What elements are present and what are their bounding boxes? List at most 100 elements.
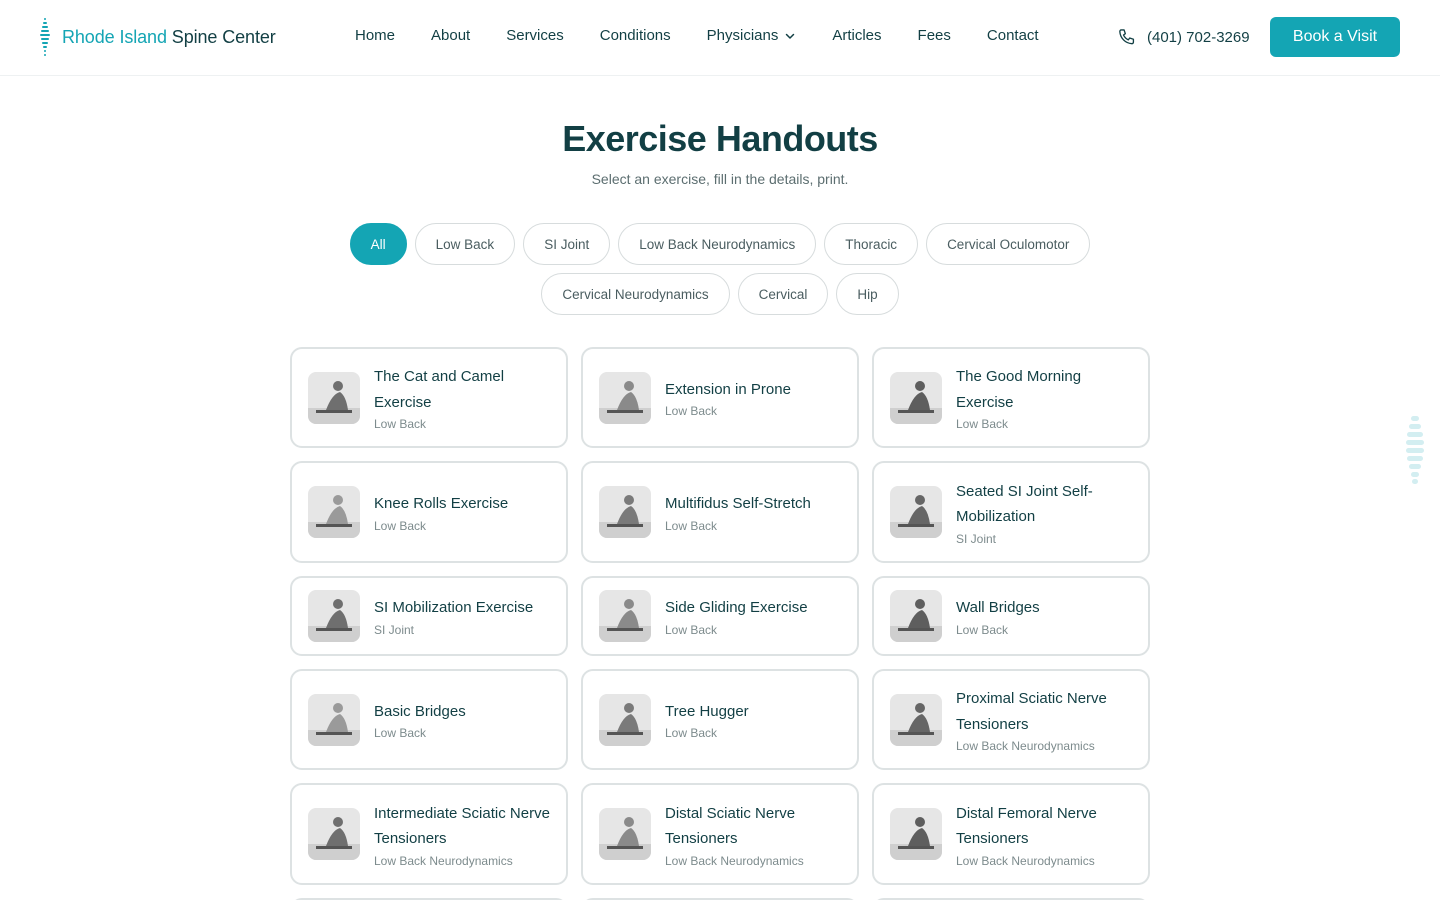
exercise-card[interactable]: Extension in Prone Low Back	[581, 347, 859, 448]
nav-item-about[interactable]: About	[431, 27, 470, 44]
nav-item-physicians-label: Physicians	[706, 27, 779, 44]
exercise-title: Multifidus Self-Stretch	[665, 495, 811, 513]
exercise-photo-icon	[599, 693, 651, 746]
exercise-thumbnail	[890, 486, 942, 538]
exercise-title: Distal Sciatic Nerve Tensioners	[665, 804, 796, 848]
exercise-category: Low Back	[956, 417, 1009, 431]
exercise-title: SI Mobilization Exercise	[374, 599, 534, 617]
nav-item-fees[interactable]: Fees	[918, 27, 951, 44]
exercise-card[interactable]: Wall Bridges Low Back	[872, 576, 1150, 656]
filter-cervical-oculomotor[interactable]: Cervical Oculomotor	[926, 223, 1091, 265]
exercise-card-text: Distal Femoral Nerve Tensioners Low Back …	[956, 801, 1132, 868]
exercise-title: The Cat and Camel Exercise	[374, 368, 505, 411]
exercise-category: Low Back Neurodynamics	[374, 853, 513, 868]
exercise-card[interactable]: Distal Sciatic Nerve Tensioners Low Back …	[581, 783, 859, 885]
exercise-card[interactable]: Multifidus Self-Stretch Low Back	[581, 461, 859, 563]
site-logo[interactable]: Rhode Island Spine Center	[38, 18, 276, 56]
exercise-card[interactable]: Tree Hugger Low Back	[581, 669, 859, 770]
page-title: Exercise Handouts	[562, 118, 878, 159]
exercise-card[interactable]: Basic Bridges Low Back	[290, 669, 568, 770]
exercise-photo-icon	[308, 693, 360, 746]
filter-low-back[interactable]: Low Back	[414, 223, 516, 265]
book-visit-button[interactable]: Book a Visit	[1270, 17, 1400, 57]
exercise-card-text: Tree Hugger Low Back	[665, 699, 749, 741]
exercise-card-text: Knee Rolls Exercise Low Back	[374, 491, 508, 533]
filter-low-back-neurodynamics[interactable]: Low Back Neurodynamics	[618, 223, 817, 265]
filter-cervical[interactable]: Cervical	[737, 273, 829, 315]
exercise-title: Distal Femoral Nerve Tensioners	[956, 804, 1097, 848]
phone-link[interactable]: (401) 702-3269	[1117, 27, 1250, 47]
exercise-thumbnail	[308, 808, 360, 860]
exercise-thumbnail	[308, 590, 360, 642]
exercise-card-text: Side Gliding Exercise Low Back	[665, 595, 808, 637]
exercise-card[interactable]: SI Mobilization Exercise SI Joint	[290, 576, 568, 656]
exercise-card[interactable]: Seated SI Joint Self-Mobilization SI Join…	[872, 461, 1150, 563]
exercise-thumbnail	[599, 590, 651, 642]
exercise-title: Extension in Prone	[665, 380, 791, 398]
exercise-photo-icon	[890, 590, 942, 642]
nav-item-services[interactable]: Services	[506, 27, 564, 44]
nav-item-articles[interactable]: Articles	[832, 27, 881, 44]
exercise-card[interactable]: Side Gliding Exercise Low Back	[581, 576, 859, 656]
exercise-category: Low Back	[956, 622, 1009, 637]
exercise-category: Low Back	[374, 518, 427, 533]
exercise-card-text: Distal Sciatic Nerve Tensioners Low Back …	[665, 801, 841, 868]
exercise-thumbnail	[308, 371, 360, 424]
spine-decoration-icon	[1406, 416, 1424, 484]
exercise-card[interactable]: The Good Morning Exercise Low Back	[872, 347, 1150, 448]
filter-cervical-neurodynamics[interactable]: Cervical Neurodynamics	[541, 273, 730, 315]
exercise-category: Low Back	[374, 417, 427, 431]
exercise-category: Low Back	[665, 404, 718, 419]
exercise-thumbnail	[890, 693, 942, 746]
exercise-category: Low Back Neurodynamics	[956, 739, 1095, 753]
exercise-thumbnail	[308, 486, 360, 538]
exercise-title: Seated SI Joint Self-Mobilization	[956, 482, 1093, 526]
filter-si-joint[interactable]: SI Joint	[523, 223, 611, 265]
logo-text-part2: Spine Center	[171, 26, 276, 47]
exercise-title: Basic Bridges	[374, 702, 466, 720]
site-logo-text: Rhode Island Spine Center	[62, 27, 276, 48]
category-filters: All Low Back SI Joint Low Back Neurodyna…	[300, 223, 1140, 315]
exercise-title: Intermediate Sciatic Nerve Tensioners	[374, 804, 550, 848]
exercise-photo-icon	[890, 371, 942, 424]
filter-hip[interactable]: Hip	[836, 273, 899, 315]
exercise-photo-icon	[308, 590, 360, 642]
filter-thoracic[interactable]: Thoracic	[824, 223, 919, 265]
exercise-thumbnail	[599, 693, 651, 746]
exercise-thumbnail	[308, 693, 360, 746]
exercise-card[interactable]: The Cat and Camel Exercise Low Back	[290, 347, 568, 448]
exercise-thumbnail	[890, 371, 942, 424]
phone-number: (401) 702-3269	[1147, 28, 1250, 46]
exercise-thumbnail	[890, 808, 942, 860]
chevron-down-icon	[786, 33, 795, 39]
exercise-title: Tree Hugger	[665, 702, 749, 720]
exercise-category: Low Back	[374, 726, 427, 741]
exercise-card-text: Intermediate Sciatic Nerve Tensioners Low…	[374, 801, 550, 868]
exercise-card-text: Seated SI Joint Self-Mobilization SI Join…	[956, 479, 1132, 546]
exercise-card[interactable]: Proximal Sciatic Nerve Tensioners Low Bac…	[872, 669, 1150, 770]
exercise-title: The Good Morning Exercise	[956, 368, 1082, 411]
exercise-card-text: Basic Bridges Low Back	[374, 699, 466, 741]
exercise-category: Low Back	[665, 518, 718, 533]
exercise-card[interactable]: Distal Femoral Nerve Tensioners Low Back …	[872, 783, 1150, 885]
exercise-title: Proximal Sciatic Nerve Tensioners	[956, 690, 1107, 733]
exercise-thumbnail	[599, 371, 651, 424]
exercise-card-text: Proximal Sciatic Nerve Tensioners Low Bac…	[956, 686, 1132, 753]
exercise-photo-icon	[890, 808, 942, 860]
page-subtitle: Select an exercise, fill in the details,…	[591, 171, 849, 187]
exercise-card[interactable]: Intermediate Sciatic Nerve Tensioners Low…	[290, 783, 568, 885]
exercise-thumbnail	[599, 486, 651, 538]
nav-item-contact[interactable]: Contact	[987, 27, 1039, 44]
site-header: Rhode Island Spine Center Home About Ser…	[0, 0, 1440, 76]
exercise-title: Wall Bridges	[956, 599, 1040, 617]
exercise-card-text: Extension in Prone Low Back	[665, 377, 791, 419]
exercise-card[interactable]: Knee Rolls Exercise Low Back	[290, 461, 568, 563]
spine-logo-icon	[40, 18, 50, 56]
exercise-photo-icon	[308, 371, 360, 424]
exercise-photo-icon	[599, 590, 651, 642]
filter-all[interactable]: All	[349, 223, 407, 265]
nav-item-conditions[interactable]: Conditions	[600, 27, 671, 44]
nav-item-physicians[interactable]: Physicians	[707, 27, 797, 44]
exercise-thumbnail	[599, 808, 651, 860]
nav-item-home[interactable]: Home	[355, 27, 395, 44]
